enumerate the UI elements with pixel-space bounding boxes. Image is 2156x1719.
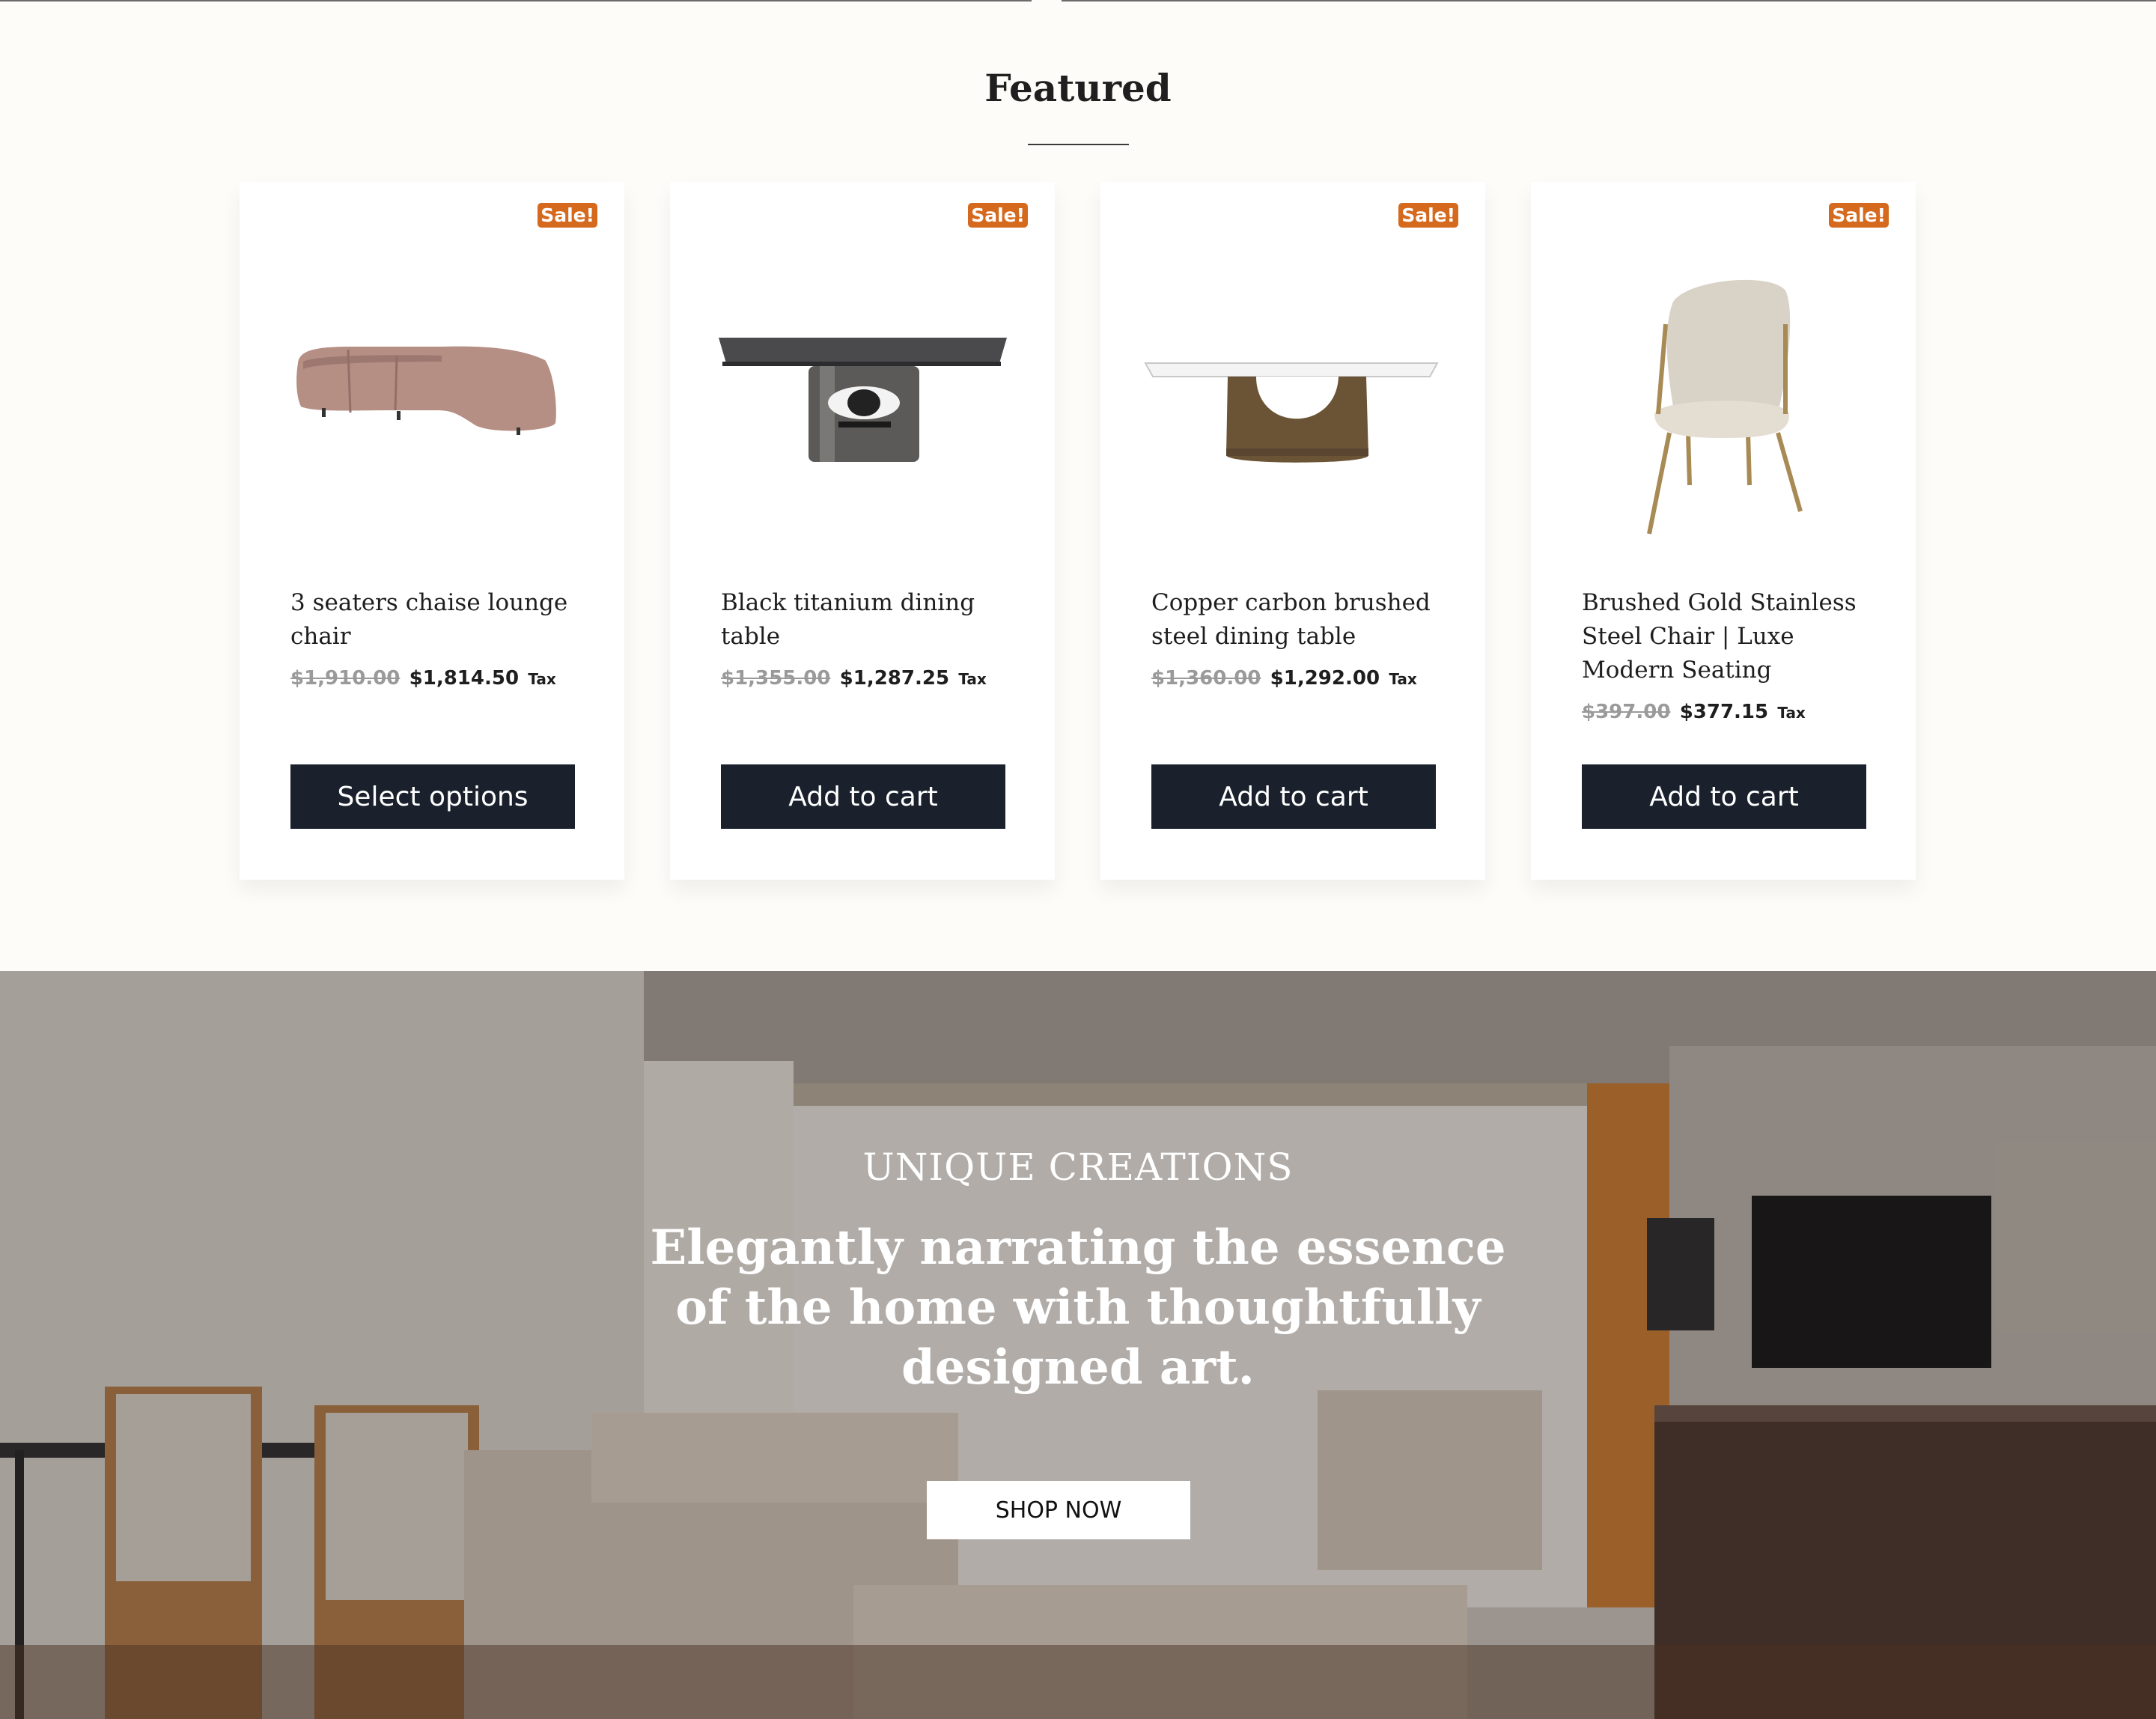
original-price: $1,355.00 bbox=[721, 667, 831, 690]
original-price: $1,910.00 bbox=[290, 667, 401, 690]
add-to-cart-button[interactable]: Add to cart bbox=[721, 764, 1005, 829]
product-image[interactable] bbox=[1130, 227, 1455, 541]
hero-banner: UNIQUE CREATIONS Elegantly narrating the… bbox=[0, 971, 2156, 1719]
product-price: $1,355.00 $1,287.25 Tax bbox=[721, 667, 987, 690]
sale-price: $377.15 bbox=[1679, 701, 1769, 723]
add-to-cart-button[interactable]: Add to cart bbox=[1582, 764, 1866, 829]
product-image[interactable] bbox=[270, 227, 594, 541]
sale-price: $1,287.25 bbox=[839, 667, 950, 690]
sale-price: $1,814.50 bbox=[409, 667, 520, 690]
tax-label: Tax bbox=[1777, 704, 1806, 722]
sale-badge: Sale! bbox=[538, 203, 597, 228]
original-price: $397.00 bbox=[1582, 701, 1671, 723]
tax-label: Tax bbox=[528, 670, 556, 688]
tax-label: Tax bbox=[1389, 670, 1417, 688]
sale-badge: Sale! bbox=[1829, 203, 1889, 228]
product-price: $1,910.00 $1,814.50 Tax bbox=[290, 667, 556, 690]
hero-eyebrow: UNIQUE CREATIONS bbox=[862, 1146, 1294, 1189]
sale-badge: Sale! bbox=[1398, 203, 1458, 228]
product-price: $397.00 $377.15 Tax bbox=[1582, 701, 1806, 723]
product-card[interactable]: Sale! Copper carbon brushed steel dining… bbox=[1100, 182, 1485, 880]
add-to-cart-button[interactable]: Add to cart bbox=[1151, 764, 1436, 829]
product-name[interactable]: Black titanium dining table bbox=[721, 586, 1020, 654]
product-name[interactable]: 3 seaters chaise lounge chair bbox=[290, 586, 590, 654]
featured-section: Featured Sale! 3 seaters chaise lounge c… bbox=[0, 0, 2156, 971]
tax-label: Tax bbox=[958, 670, 987, 688]
shop-now-button[interactable]: SHOP NOW bbox=[927, 1481, 1190, 1539]
product-price: $1,360.00 $1,292.00 Tax bbox=[1151, 667, 1417, 690]
product-name[interactable]: Copper carbon brushed steel dining table bbox=[1151, 586, 1451, 654]
hero-headline: Elegantly narrating the essence of the h… bbox=[650, 1220, 1506, 1396]
product-image[interactable] bbox=[1561, 227, 1886, 541]
product-card[interactable]: Sale! 3 seaters chaise lounge chair $1,9… bbox=[240, 182, 624, 880]
original-price: $1,360.00 bbox=[1151, 667, 1261, 690]
product-card[interactable]: Sale! Black titanium dining table $1,355… bbox=[670, 182, 1055, 880]
select-options-button[interactable]: Select options bbox=[290, 764, 575, 829]
product-image[interactable] bbox=[700, 227, 1025, 541]
sale-badge: Sale! bbox=[968, 203, 1028, 228]
product-card[interactable]: Sale! Brushed Gold Stainless Steel Chair… bbox=[1531, 182, 1916, 880]
sale-price: $1,292.00 bbox=[1270, 667, 1380, 690]
section-title: Featured bbox=[984, 66, 1172, 110]
product-name[interactable]: Brushed Gold Stainless Steel Chair | Lux… bbox=[1582, 586, 1881, 687]
title-underline bbox=[1028, 144, 1129, 145]
